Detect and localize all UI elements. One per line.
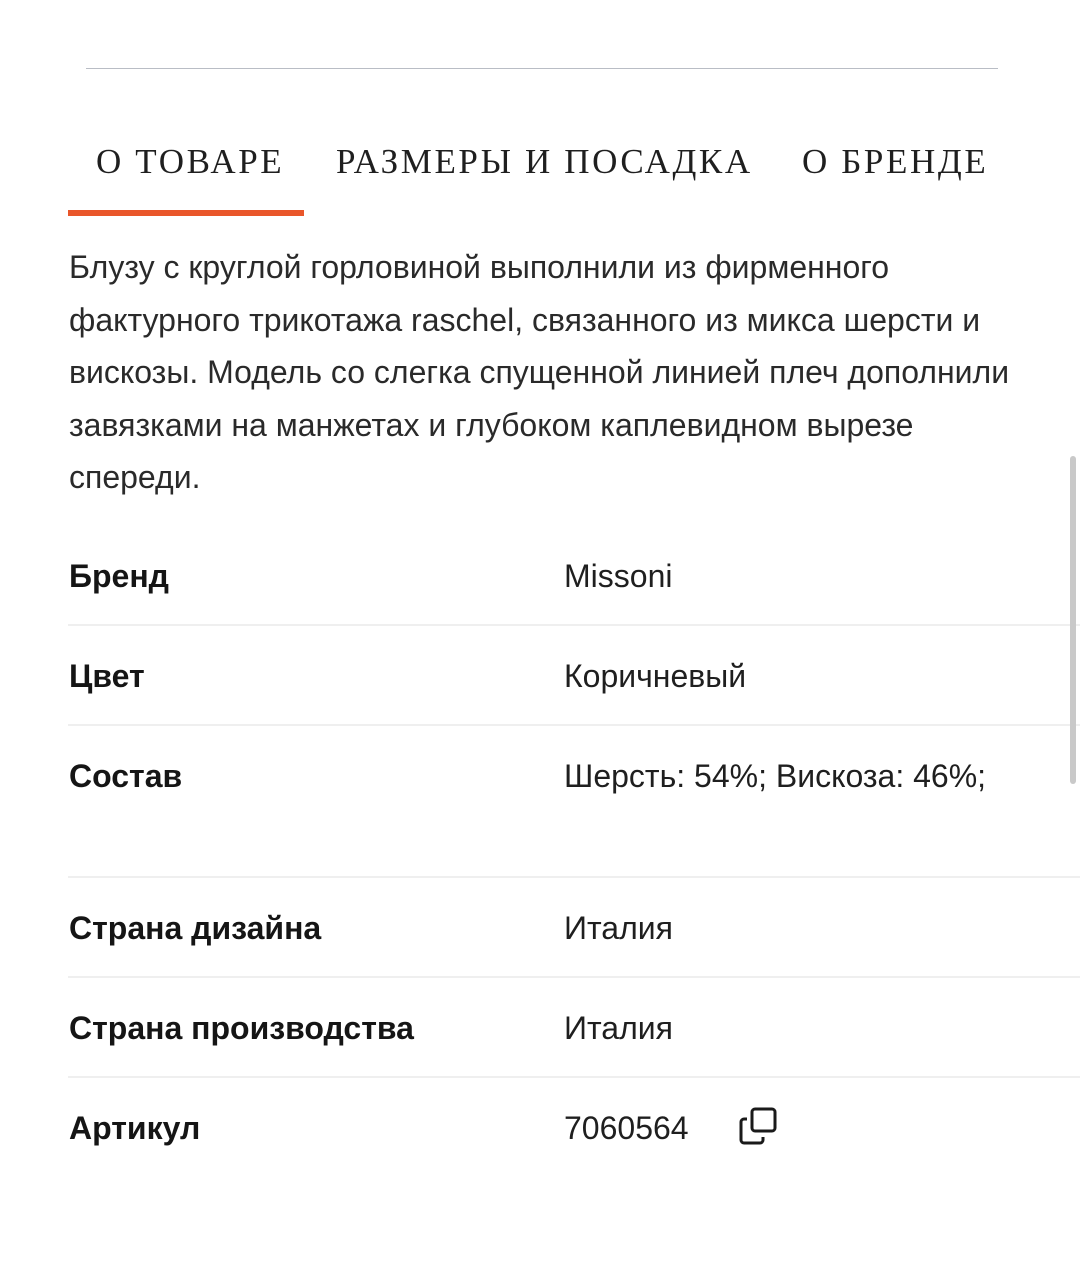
spec-row-brand: Бренд Missoni (68, 526, 1080, 626)
spec-value: Шерсть: 54%; Вискоза: 46%; (564, 758, 987, 794)
spec-table: Бренд Missoni Цвет Коричневый Состав Шер… (68, 526, 1080, 1176)
spec-label: Артикул (69, 1110, 201, 1146)
spec-label: Страна производства (69, 1010, 414, 1046)
article-number: 7060564 (564, 1110, 689, 1146)
spec-value: Missoni (564, 558, 673, 594)
spec-row-article: Артикул 7060564 (68, 1078, 1080, 1176)
spec-label: Состав (69, 758, 183, 794)
spec-row-design-country: Страна дизайна Италия (68, 878, 1080, 978)
spec-value: Италия (564, 1010, 673, 1046)
product-tabs: О ТОВАРЕ РАЗМЕРЫ И ПОСАДКА О БРЕНДЕ (0, 0, 1080, 220)
spec-row-composition: Состав Шерсть: 54%; Вискоза: 46%; (68, 726, 1080, 878)
spec-value: Италия (564, 910, 673, 946)
active-tab-indicator (68, 210, 304, 216)
copy-icon[interactable] (738, 1106, 780, 1146)
spec-row-color: Цвет Коричневый (68, 626, 1080, 726)
tab-about-brand[interactable]: О БРЕНДЕ (802, 140, 988, 184)
spec-label: Цвет (69, 658, 145, 694)
spec-label: Бренд (69, 558, 169, 594)
scrollbar[interactable] (1070, 456, 1076, 784)
spec-value: Коричневый (564, 658, 747, 694)
tab-about-product[interactable]: О ТОВАРЕ (96, 140, 284, 184)
tab-sizes-and-fit[interactable]: РАЗМЕРЫ И ПОСАДКА (336, 140, 753, 184)
spec-row-production-country: Страна производства Италия (68, 978, 1080, 1078)
spec-label: Страна дизайна (69, 910, 322, 946)
product-description: Блузу с круглой горловиной выполнили из … (69, 249, 1010, 495)
